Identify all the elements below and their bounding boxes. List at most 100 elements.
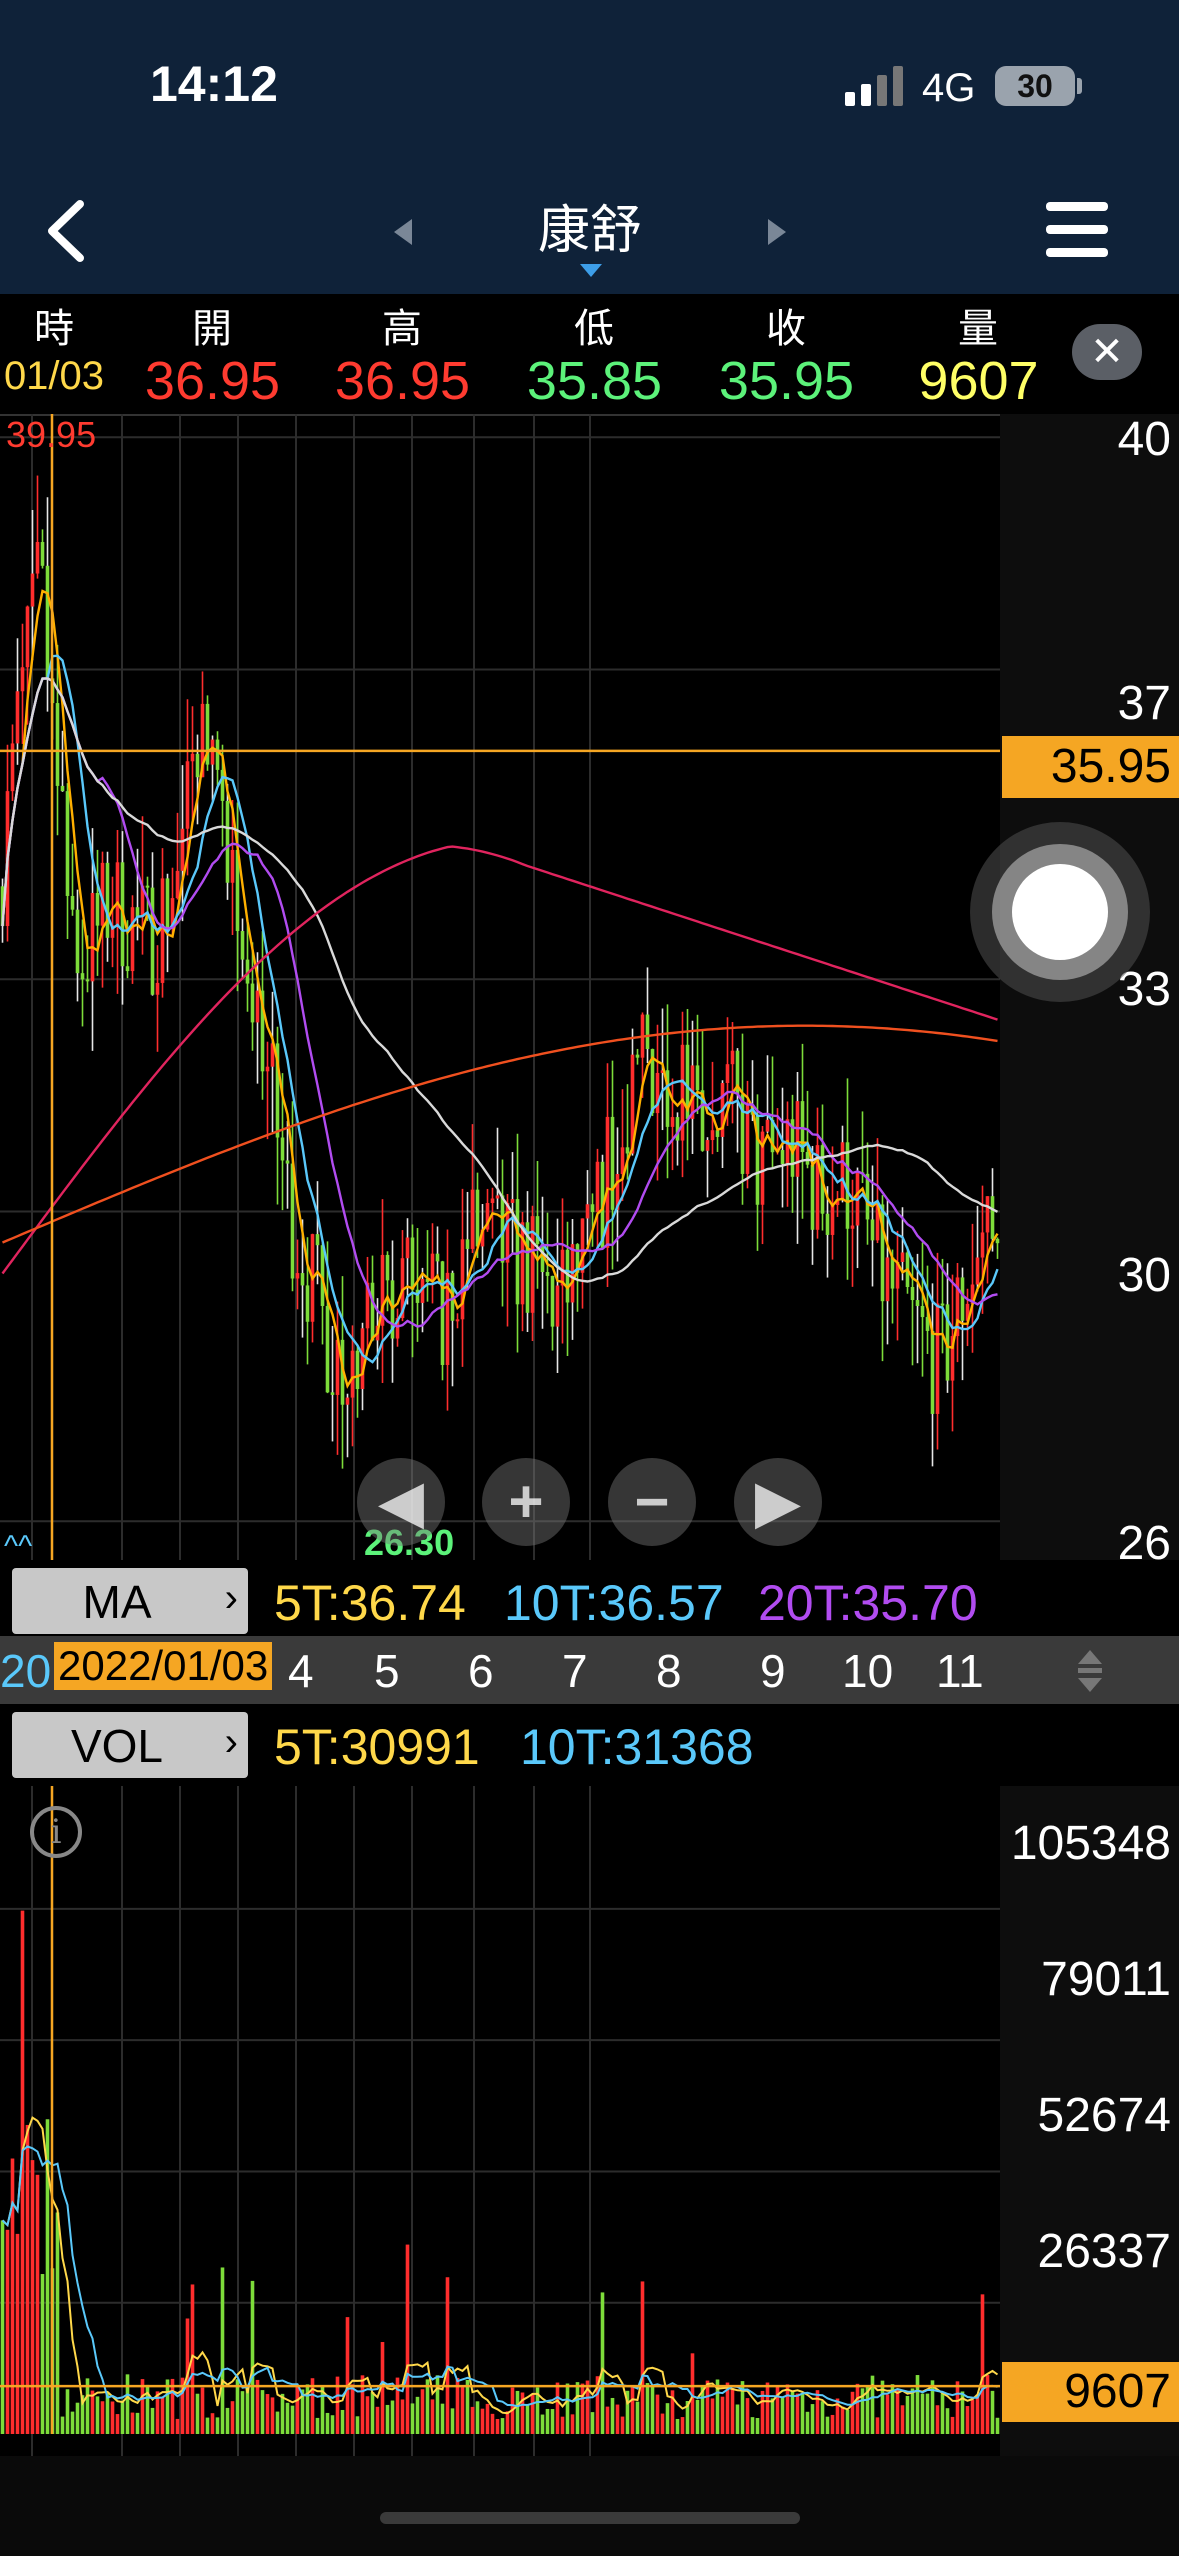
candle-body <box>55 703 60 786</box>
prev-stock-icon[interactable] <box>394 219 412 245</box>
volume-chart[interactable] <box>0 1786 1000 2456</box>
assistive-touch-button[interactable] <box>970 822 1150 1002</box>
volume-bar <box>940 2393 945 2434</box>
volume-bar <box>920 2393 925 2434</box>
date-label: 4 <box>288 1645 314 1697</box>
candle-body <box>295 1273 300 1279</box>
candle-body <box>435 1253 440 1262</box>
stock-title[interactable]: 康舒 <box>440 188 740 263</box>
volume-bar <box>505 2411 510 2434</box>
scroll-right-button[interactable]: ▶ <box>734 1458 822 1546</box>
scroll-left-button[interactable]: ◀ <box>357 1458 445 1546</box>
candle-body <box>995 1238 1000 1244</box>
candle-body <box>105 862 110 938</box>
candle-body <box>800 1101 805 1153</box>
volume-bar <box>530 2394 535 2434</box>
candle-body <box>180 828 185 871</box>
status-bar: 14:12 4G 30 <box>0 0 1179 172</box>
quote-label-close: 收 <box>766 307 806 351</box>
volume-bar <box>130 2412 135 2434</box>
volume-bar <box>225 2407 230 2434</box>
price-chart[interactable] <box>0 414 1000 1560</box>
volume-bar <box>935 2405 940 2434</box>
candle-body <box>645 1014 650 1050</box>
quote-value-volume: 9607 <box>918 351 1039 411</box>
candle-body <box>725 1064 730 1084</box>
nav-bar: 康舒 <box>0 172 1179 294</box>
volume-bar <box>950 2416 955 2434</box>
volume-bar <box>645 2383 650 2434</box>
date-label: 9 <box>760 1645 786 1697</box>
volume-bar <box>440 2403 445 2434</box>
volume-bar <box>105 2392 110 2434</box>
volume-bar <box>115 2414 120 2434</box>
candle-body <box>935 1303 940 1414</box>
candle-body <box>300 1273 305 1286</box>
quote-value-open: 36.95 <box>144 351 281 411</box>
hamburger-menu-icon[interactable] <box>1046 202 1108 258</box>
volume-bar <box>635 2401 640 2434</box>
vol-selector-button[interactable]: VOL › <box>12 1712 248 1778</box>
volume-bar <box>785 2384 790 2434</box>
volume-bar <box>575 2382 580 2434</box>
candle-body <box>240 931 245 960</box>
resize-handle-icon[interactable] <box>1076 1650 1104 1692</box>
candle-body <box>150 887 155 995</box>
zoom-in-button[interactable]: + <box>482 1458 570 1546</box>
volume-bar <box>930 2380 935 2434</box>
volume-bar <box>850 2391 855 2434</box>
volume-bar <box>325 2412 330 2434</box>
info-icon[interactable]: i <box>30 1806 82 1858</box>
candle-body <box>35 542 40 574</box>
volume-bar <box>980 2294 985 2434</box>
triangle-right-icon: ▶ <box>754 1468 802 1535</box>
ma-button-label: MA <box>82 1576 152 1628</box>
volume-bar <box>220 2267 225 2434</box>
volume-bar <box>260 2390 265 2434</box>
volume-bar <box>370 2392 375 2434</box>
chevron-left-icon[interactable] <box>40 196 100 266</box>
info-glyph: i <box>50 1812 62 1852</box>
volume-bar <box>475 2401 480 2434</box>
date-axis[interactable]: 20 2022/01/03 4 5 6 7 8 9 10 11 <box>0 1636 1179 1704</box>
ma-selector-button[interactable]: MA › <box>12 1568 248 1634</box>
candle-body <box>470 1189 475 1249</box>
volume-bar <box>290 2405 295 2434</box>
volume-bar <box>755 2417 760 2434</box>
candle-body <box>545 1272 550 1276</box>
volume-tick-label: 52674 <box>1037 2089 1171 2142</box>
candle-body <box>885 1257 890 1302</box>
candle-body <box>635 1054 640 1058</box>
candle-body <box>330 1392 335 1395</box>
candle-body <box>315 1234 320 1246</box>
candle-body <box>590 1204 595 1213</box>
volume-bar <box>95 2396 100 2434</box>
next-stock-icon[interactable] <box>768 219 786 245</box>
ma5-value: 5T:36.74 <box>274 1575 466 1631</box>
candle-body <box>175 870 180 899</box>
volume-bar <box>915 2375 920 2434</box>
candle-body <box>350 1350 355 1398</box>
volume-bar <box>970 2399 975 2434</box>
volume-bar <box>360 2375 365 2434</box>
candle-body <box>560 1249 565 1286</box>
candle-body <box>385 1254 390 1281</box>
candle-body <box>215 739 220 770</box>
candle-body <box>410 1237 415 1290</box>
volume-bar <box>720 2396 725 2434</box>
candle-body <box>220 769 225 801</box>
volume-bar <box>245 2386 250 2434</box>
candle-body <box>805 1152 810 1165</box>
title-dropdown-caret-icon[interactable] <box>580 264 602 277</box>
volume-bar <box>330 2415 335 2434</box>
volume-bar <box>65 2389 70 2434</box>
zoom-out-button[interactable]: − <box>608 1458 696 1546</box>
close-quote-button[interactable]: ✕ <box>1072 324 1142 380</box>
volume-bar <box>680 2417 685 2434</box>
candle-body <box>715 1130 720 1137</box>
volume-bar <box>160 2397 165 2434</box>
volume-bar <box>315 2417 320 2434</box>
candle-body <box>890 1257 895 1289</box>
volume-bar <box>650 2386 655 2434</box>
volume-bar <box>355 2416 360 2434</box>
